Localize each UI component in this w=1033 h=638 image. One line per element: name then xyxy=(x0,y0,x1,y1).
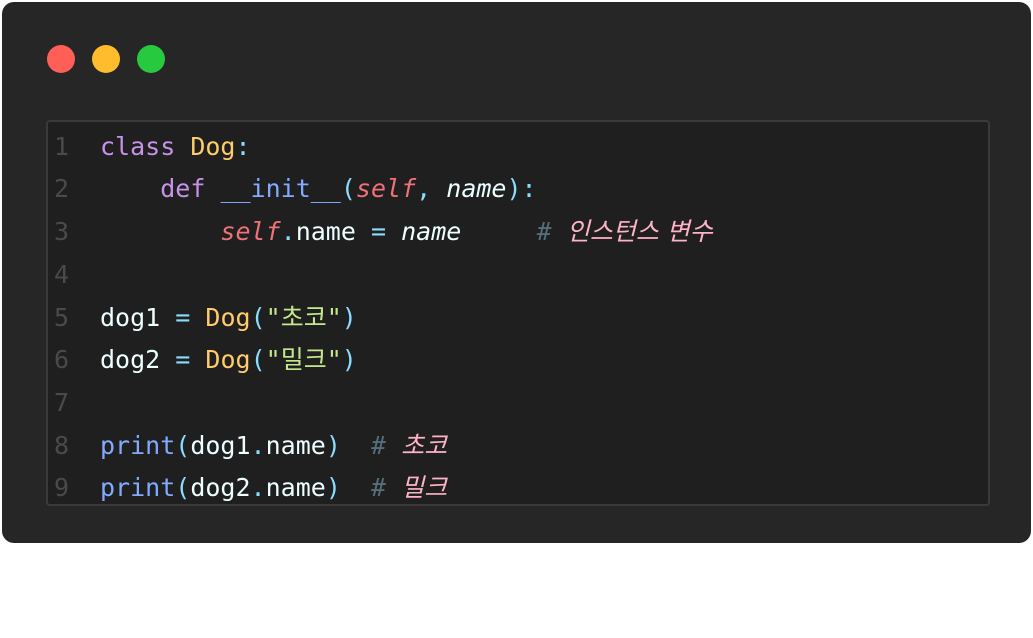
paren-token: ( xyxy=(340,174,356,203)
comment-text: 초코 xyxy=(401,431,448,460)
variable-token: dog2 xyxy=(190,473,251,502)
comment-hash: # xyxy=(536,217,552,246)
variable-token: dog1 xyxy=(100,303,161,332)
code-line-1: 1 class Dog: xyxy=(48,125,988,168)
function-name-token: __init__ xyxy=(220,174,341,203)
function-name-token: print xyxy=(100,473,176,502)
keyword-token: def xyxy=(160,174,206,203)
code-window: 1 class Dog: 2 def __init__(self, name):… xyxy=(2,2,1031,543)
paren-token: ( xyxy=(175,431,191,460)
paren-token: ) xyxy=(325,431,341,460)
comment-text: 밀크 xyxy=(401,473,448,502)
variable-token: dog1 xyxy=(190,431,251,460)
paren-token: ( xyxy=(250,345,266,374)
value-token: name xyxy=(401,217,462,246)
class-name-token: Dog xyxy=(205,303,251,332)
paren-token: ): xyxy=(506,174,537,203)
code-line-6: 6 dog2 = Dog("밀크") xyxy=(48,338,988,381)
param-token: name xyxy=(446,174,507,203)
line-number: 2 xyxy=(54,174,70,203)
quote-token: " xyxy=(326,303,342,332)
assign-token: = xyxy=(370,217,387,246)
paren-token: ( xyxy=(175,473,191,502)
dot-token: . xyxy=(250,431,266,460)
quote-token: " xyxy=(326,345,342,374)
line-number: 9 xyxy=(54,473,70,502)
comma-token: , xyxy=(416,174,432,203)
comment-text: 인스턴스 변수 xyxy=(566,217,713,246)
quote-token: " xyxy=(265,303,281,332)
self-token: self xyxy=(220,217,281,246)
class-name-token: Dog xyxy=(205,345,251,374)
comment-hash: # xyxy=(371,473,387,502)
class-name-token: Dog xyxy=(190,132,236,161)
code-editor[interactable]: 1 class Dog: 2 def __init__(self, name):… xyxy=(46,120,990,506)
dot-token: . xyxy=(250,473,266,502)
code-line-2: 2 def __init__(self, name): xyxy=(48,167,988,210)
function-name-token: print xyxy=(100,431,176,460)
close-dot-icon[interactable] xyxy=(47,45,75,73)
line-number: 4 xyxy=(54,260,70,289)
variable-token: dog2 xyxy=(100,345,161,374)
line-number: 5 xyxy=(54,303,70,332)
quote-token: " xyxy=(265,345,281,374)
maximize-dot-icon[interactable] xyxy=(137,45,165,73)
attribute-token: name xyxy=(265,473,326,502)
dot-token: . xyxy=(280,217,296,246)
code-line-7: 7 xyxy=(48,381,988,424)
keyword-token: class xyxy=(100,132,176,161)
string-token: 초코 xyxy=(280,303,327,332)
assign-token: = xyxy=(175,303,191,332)
paren-token: ( xyxy=(250,303,266,332)
string-token: 밀크 xyxy=(280,345,327,374)
code-line-8: 8 print(dog1.name) # 초코 xyxy=(48,424,988,467)
line-number: 1 xyxy=(54,132,70,161)
comment-hash: # xyxy=(371,431,387,460)
line-number: 8 xyxy=(54,431,70,460)
colon-token: : xyxy=(235,132,251,161)
line-number: 3 xyxy=(54,217,70,246)
assign-token: = xyxy=(175,345,191,374)
self-token: self xyxy=(355,174,417,203)
paren-token: ) xyxy=(341,345,357,374)
code-line-9: 9 print(dog2.name) # 밀크 xyxy=(48,466,988,509)
minimize-dot-icon[interactable] xyxy=(92,45,120,73)
code-line-5: 5 dog1 = Dog("초코") xyxy=(48,296,988,339)
line-number: 7 xyxy=(54,388,70,417)
line-number: 6 xyxy=(54,345,70,374)
paren-token: ) xyxy=(325,473,341,502)
code-line-4: 4 xyxy=(48,253,988,296)
attribute-token: name xyxy=(295,217,356,246)
code-line-3: 3 self.name = name # 인스턴스 변수 xyxy=(48,210,988,253)
attribute-token: name xyxy=(265,431,326,460)
paren-token: ) xyxy=(341,303,357,332)
